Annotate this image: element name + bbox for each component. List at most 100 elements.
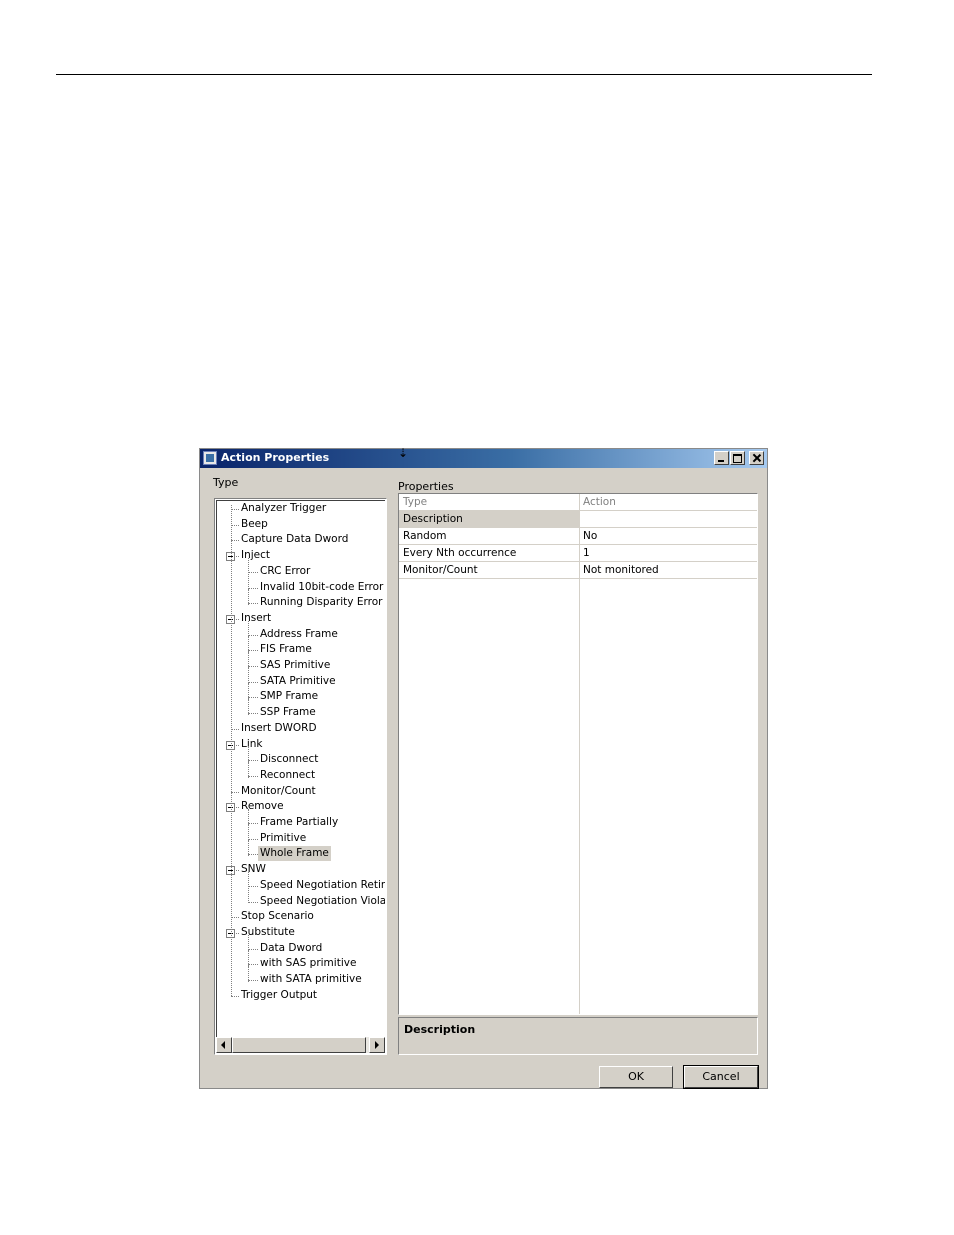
tree-connector [248,809,249,825]
tree-connector [248,603,258,605]
close-button[interactable] [749,451,764,465]
grid-header-action: Action [583,496,616,508]
grid-key: Every Nth occurrence [403,547,517,559]
tree-connector [248,840,249,857]
grid-key: Monitor/Count [403,564,478,576]
tree-item-sata-primitive[interactable]: SATA Primitive [258,674,338,689]
tree-connector [248,838,258,840]
tree-item-sas-primitive[interactable]: SAS Primitive [258,658,332,673]
tree-connector [248,950,249,966]
tree-connector [231,524,239,526]
tree-item-primitive[interactable]: Primitive [258,831,308,846]
grid-row-monitor-count[interactable]: Monitor/Count Not monitored [399,562,757,579]
grid-value[interactable]: Not monitored [579,562,757,578]
grid-key: Random [403,530,447,542]
tree-connector [231,995,239,997]
tree-connector [248,854,258,856]
grid-value[interactable]: 1 [579,545,757,561]
tree-connector [248,746,249,762]
tree-item-analyzer-trigger[interactable]: Analyzer Trigger [239,501,328,516]
tree-item-reconnect[interactable]: Reconnect [258,768,317,783]
tree-item-smp-frame[interactable]: SMP Frame [258,689,320,704]
grid-header-type: Type [403,496,428,508]
tree-connector [248,634,258,636]
tree-horizontal-scrollbar[interactable] [216,1037,385,1053]
ok-button[interactable]: OK [599,1066,673,1088]
tree-item-with-sas-primitive[interactable]: with SAS primitive [258,956,358,971]
title-bar[interactable]: Action Properties ⇣ [200,446,767,468]
minimize-button[interactable] [714,451,729,465]
tree-connector [231,791,239,793]
grid-row-every-nth[interactable]: Every Nth occurrence 1 [399,545,757,562]
tree-connector [248,667,249,684]
tree-connector [248,683,249,700]
tree-connector [248,587,258,589]
description-panel: Description [398,1017,758,1055]
grid-value[interactable]: No [579,528,757,544]
properties-label: Properties [398,480,454,493]
tree-viewport[interactable]: Analyzer Trigger Beep Capture Data Dword In… [216,500,385,1037]
tree-item-crc-error[interactable]: CRC Error [258,564,312,579]
tree-item-insert-dword[interactable]: Insert DWORD [239,721,319,736]
tree-connector [248,887,249,904]
mouse-cursor-icon: ⇣ [398,446,409,460]
grid-header-row: Type Action [399,494,757,511]
tree-item-with-sata-primitive[interactable]: with SATA primitive [258,972,364,987]
tree-connector [248,885,258,887]
tree-connector [248,666,258,667]
tree-connector [248,761,249,778]
tree-item-speed-negotiation-violation[interactable]: Speed Negotiation Violation [258,894,385,909]
tree-connector [248,699,249,715]
tree-item-speed-negotiation-retime[interactable]: Speed Negotiation Retime [258,878,385,893]
tree-item-stop-scenario[interactable]: Stop Scenario [239,909,316,924]
tree-connector [248,760,258,762]
tree-connector [248,775,258,777]
tree-item-ssp-frame[interactable]: SSP Frame [258,705,318,720]
tree-connector [248,571,258,573]
properties-grid: Type Action Description Random No Every … [398,493,758,1015]
tree-item-address-frame[interactable]: Address Frame [258,627,340,642]
tree-connector [248,824,249,841]
scroll-left-icon[interactable] [216,1037,232,1053]
tree-item-invalid-10bit-code-error[interactable]: Invalid 10bit-code Error [258,580,385,595]
tree-connector [248,650,258,652]
app-icon [203,451,217,465]
tree-item-remove[interactable]: Remove [239,799,286,814]
scroll-right-icon[interactable] [369,1037,385,1053]
tree-item-snw[interactable]: SNW [239,862,268,877]
grid-row-random[interactable]: Random No [399,528,757,545]
tree-item-monitor-count[interactable]: Monitor/Count [239,784,318,799]
scroll-thumb[interactable] [232,1037,366,1053]
tree-root-line [231,505,232,996]
grid-value[interactable] [579,511,757,527]
tree-connector [248,652,249,668]
type-label: Type [213,476,239,489]
tree-connector [231,509,239,510]
tree-item-capture-data-dword[interactable]: Capture Data Dword [239,532,350,547]
tree-item-beep[interactable]: Beep [239,517,270,532]
type-tree[interactable]: Analyzer Trigger Beep Capture Data Dword In… [214,498,387,1055]
maximize-button[interactable] [730,451,745,465]
tree-connector [248,681,258,683]
tree-connector [248,980,258,981]
tree-connector [248,697,258,699]
grid-row-description[interactable]: Description [399,511,757,528]
description-title: Description [404,1023,476,1036]
action-properties-dialog: Action Properties ⇣ Type Properties Anal… [199,446,768,1089]
tree-connector [248,901,258,903]
tree-item-fis-frame[interactable]: FIS Frame [258,642,314,657]
tree-item-frame-partially[interactable]: Frame Partially [258,815,340,830]
tree-item-trigger-output[interactable]: Trigger Output [239,988,319,1003]
cancel-button[interactable]: Cancel [683,1065,759,1089]
tree-item-data-dword[interactable]: Data Dword [258,941,324,956]
tree-connector [248,713,258,715]
tree-connector [248,573,249,590]
tree-item-inject[interactable]: Inject [239,548,272,563]
tree-item-insert[interactable]: Insert [239,611,273,626]
tree-item-whole-frame[interactable]: Whole Frame [258,846,331,862]
tree-item-disconnect[interactable]: Disconnect [258,752,320,767]
tree-item-link[interactable]: Link [239,737,265,752]
tree-item-running-disparity-error[interactable]: Running Disparity Error [258,595,384,610]
tree-connector [248,871,249,888]
tree-connector [248,948,258,950]
